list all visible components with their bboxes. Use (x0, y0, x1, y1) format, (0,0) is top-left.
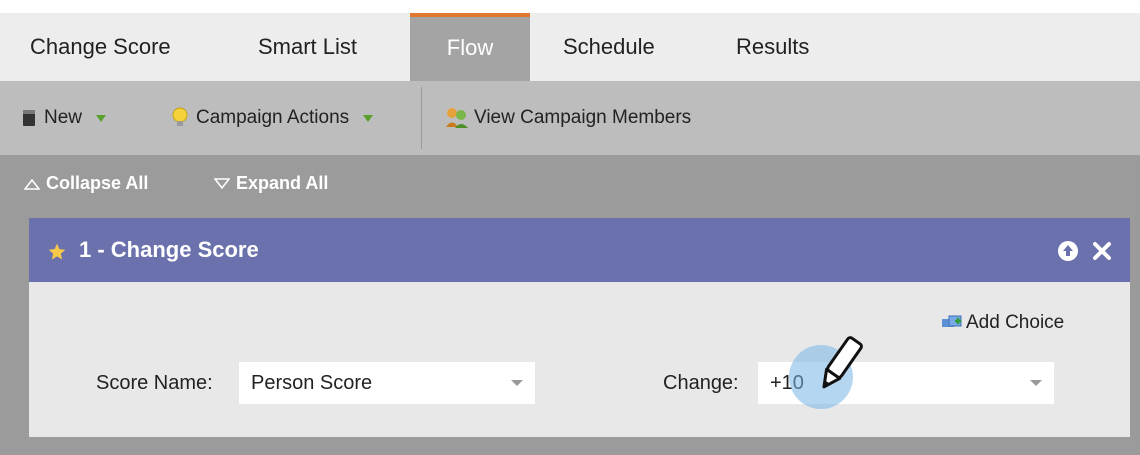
triangle-down-icon (214, 177, 230, 189)
tab-bar: Change Score Smart List Flow Schedule Re… (0, 13, 1140, 81)
score-name-select[interactable]: Person Score (239, 362, 535, 404)
members-icon (446, 108, 468, 128)
add-choice-button[interactable]: Add Choice (941, 312, 1064, 334)
change-label: Change: (663, 372, 739, 394)
new-document-icon (23, 110, 35, 126)
expand-all-button[interactable]: Expand All (214, 173, 328, 194)
campaign-actions-button[interactable]: Campaign Actions (172, 81, 374, 155)
score-name-value: Person Score (251, 372, 373, 394)
collapse-all-label: Collapse All (46, 173, 149, 193)
collapse-all-button[interactable]: Collapse All (24, 173, 148, 194)
tab-smart-list[interactable]: Smart List (258, 13, 357, 81)
tab-change-score[interactable]: Change Score (30, 13, 171, 81)
flow-step-body (29, 282, 1130, 437)
flow-step-title: 1 - Change Score (79, 237, 259, 262)
chevron-down-icon (511, 380, 523, 386)
pencil-cursor-icon (822, 336, 863, 389)
tab-schedule[interactable]: Schedule (563, 13, 655, 81)
close-icon[interactable] (1092, 241, 1112, 261)
dropdown-arrow-icon (96, 114, 107, 122)
dropdown-arrow-icon (363, 114, 374, 122)
campaign-actions-label: Campaign Actions (196, 107, 350, 128)
flow-step-header[interactable]: 1 - Change Score (29, 218, 1130, 282)
move-up-icon[interactable] (1057, 240, 1079, 262)
view-campaign-members-button[interactable]: View Campaign Members (444, 81, 691, 155)
toolbar-divider (421, 87, 422, 149)
triangle-up-icon (24, 178, 40, 190)
star-icon (48, 243, 66, 260)
new-menu-label: New (44, 107, 83, 128)
add-choice-label: Add Choice (966, 312, 1065, 333)
toolbar: New Campaign Actions View Campaign Membe… (0, 81, 1140, 155)
lightbulb-icon (172, 107, 188, 126)
view-campaign-members-label: View Campaign Members (474, 107, 692, 128)
tab-flow[interactable]: Flow (410, 13, 530, 81)
new-menu-button[interactable]: New (22, 81, 107, 155)
score-name-label: Score Name: (96, 372, 213, 394)
chevron-down-icon (1030, 380, 1042, 386)
tab-results[interactable]: Results (736, 13, 809, 81)
expand-all-label: Expand All (236, 173, 329, 193)
add-choice-icon (942, 315, 962, 327)
